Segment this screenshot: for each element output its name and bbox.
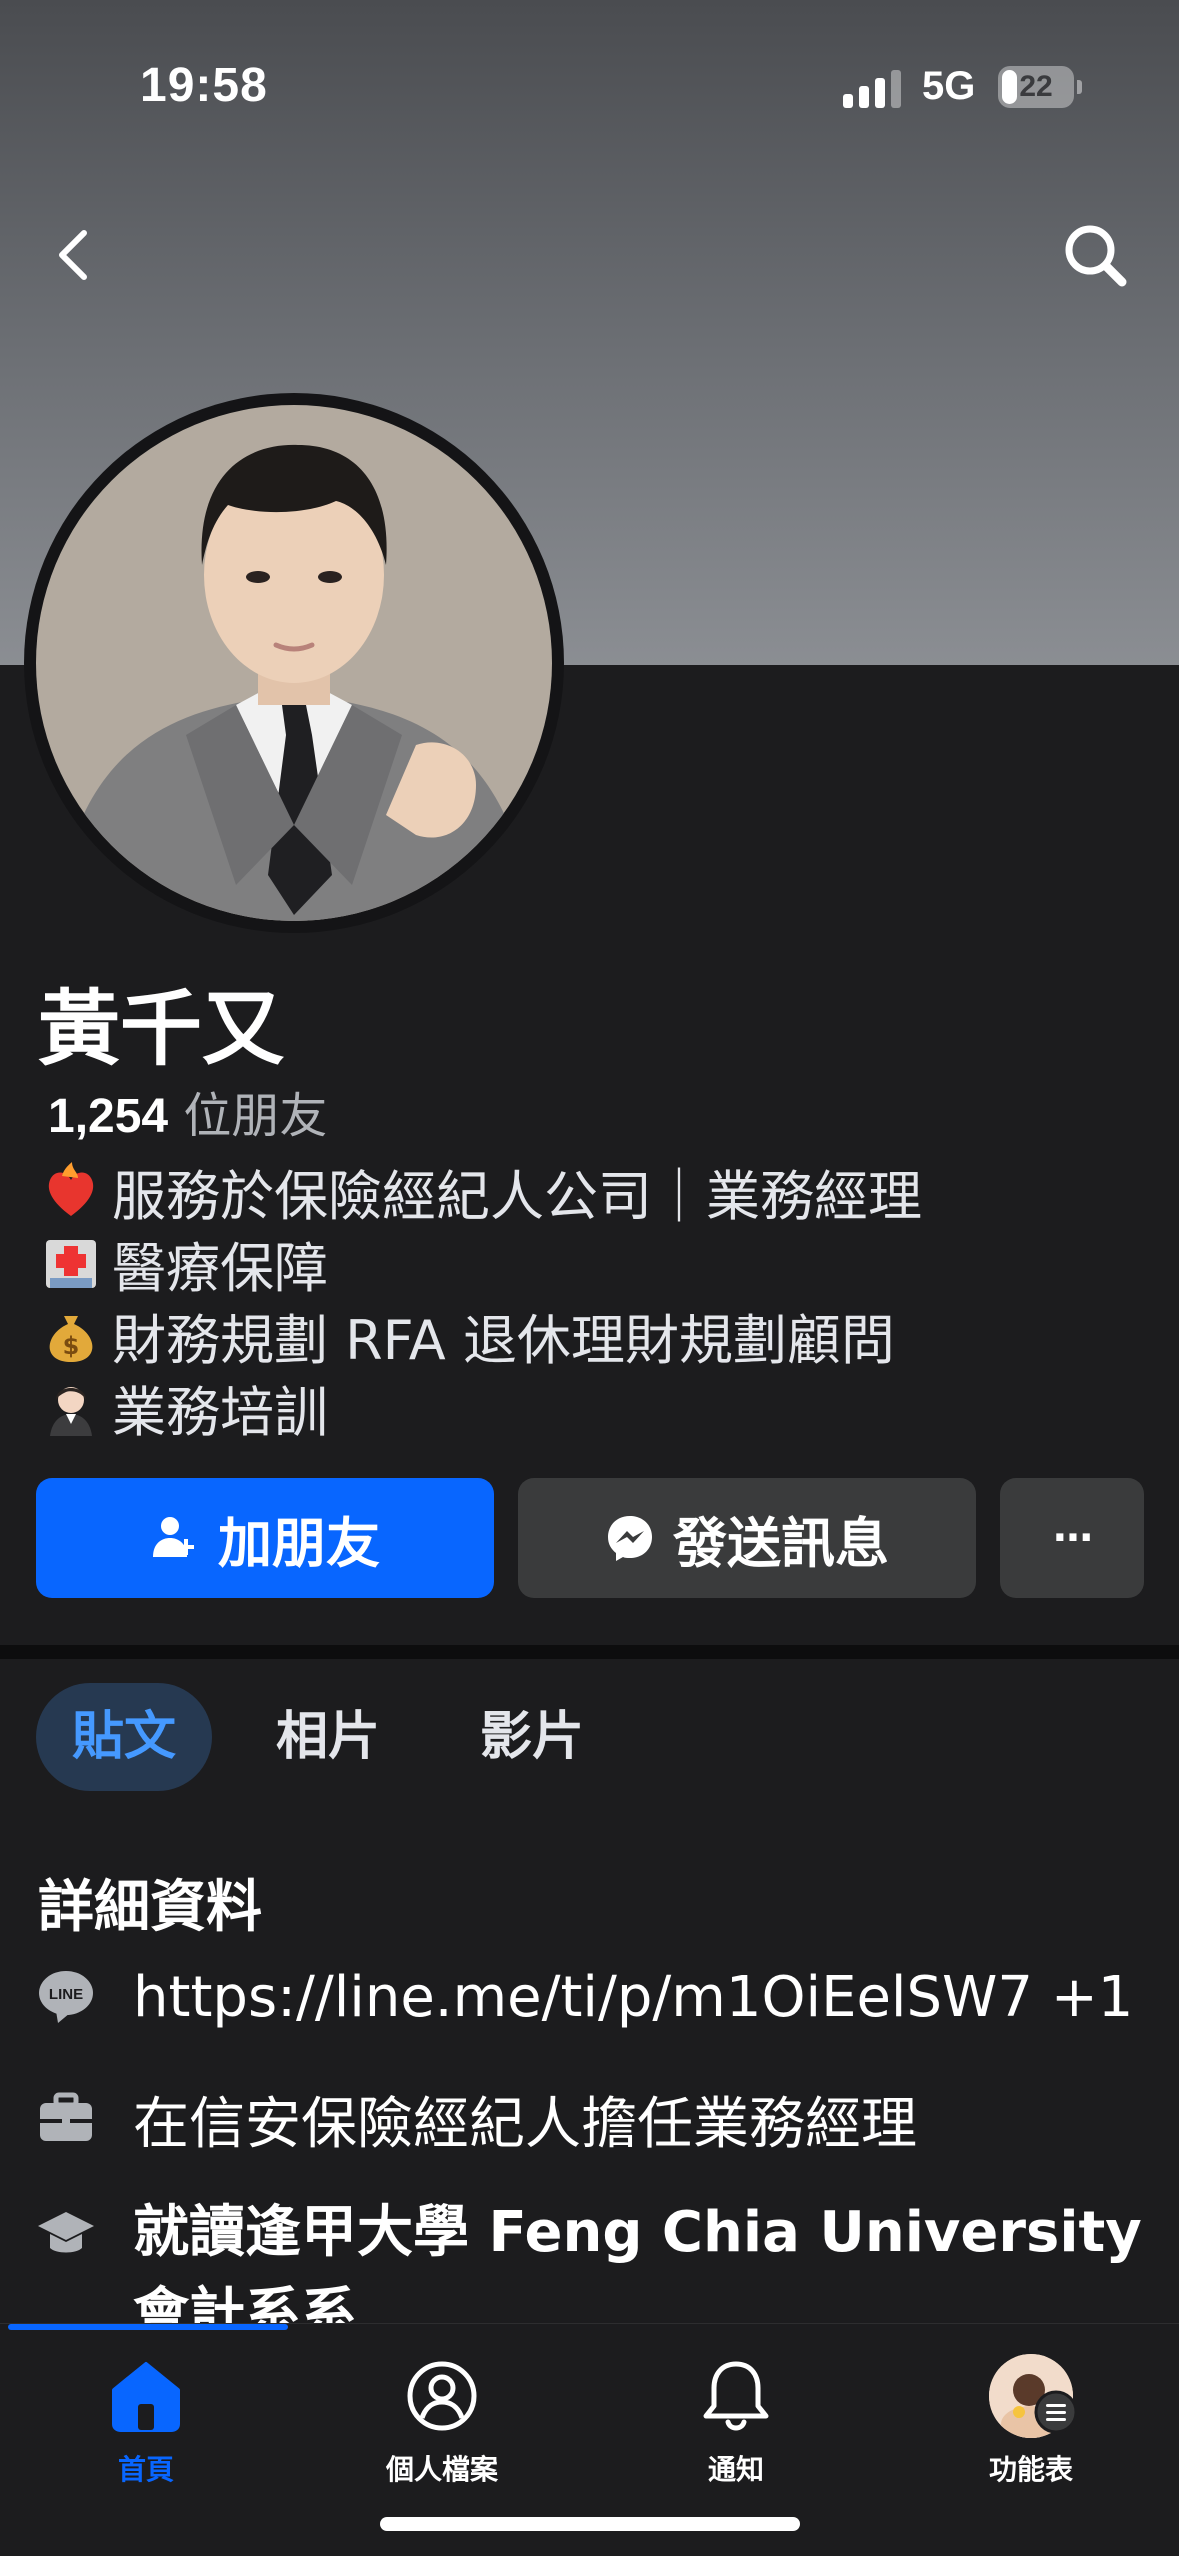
- heart-on-fire-emoji: [40, 1160, 102, 1222]
- friends-count-number: 1,254: [48, 1090, 169, 1143]
- bio-text: 財務規劃 RFA 退休理財規劃顧問: [112, 1308, 895, 1372]
- friends-count[interactable]: 1,254 位朋友: [48, 1076, 327, 1146]
- signal-icon: [843, 68, 903, 108]
- briefcase-icon: [40, 2092, 92, 2141]
- friends-count-label: 位朋友: [183, 1088, 328, 1144]
- profile-icon: [407, 2361, 477, 2431]
- tab-photos[interactable]: 相片: [240, 1683, 416, 1791]
- office-worker-emoji: [40, 1376, 102, 1438]
- battery-level: 22: [1019, 70, 1053, 103]
- section-divider: [0, 1645, 1179, 1659]
- line-icon: LINE: [39, 1971, 93, 2023]
- bio-line: 業務培訓: [40, 1371, 1160, 1444]
- back-button[interactable]: [40, 215, 110, 295]
- more-options-icon: ···: [1052, 1515, 1094, 1561]
- line-link[interactable]: https://line.me/ti/p/m1OiEelSW7 +1: [133, 1965, 1133, 2030]
- bio-line: 醫療保障: [40, 1227, 1160, 1300]
- bio-text: 業務培訓: [112, 1380, 328, 1444]
- nav-menu[interactable]: 功能表: [921, 2354, 1141, 2504]
- profile-name: 黃千又: [38, 982, 285, 1077]
- home-icon: [112, 2362, 180, 2432]
- education-line-1: 就讀逢甲大學 Feng Chia University: [133, 2200, 1142, 2265]
- bio-text: 醫療保障: [112, 1236, 328, 1300]
- messenger-icon: [608, 1516, 652, 1561]
- battery-nub: [1077, 80, 1082, 94]
- svg-text:$: $: [63, 1332, 80, 1360]
- nav-label: 首頁: [117, 2453, 174, 2486]
- add-friend-button[interactable]: 加朋友: [36, 1478, 494, 1598]
- svg-text:LINE: LINE: [49, 1986, 83, 2003]
- detail-row-line[interactable]: LINE https://line.me/ti/p/m1OiEelSW7 +1: [0, 1952, 1179, 2042]
- search-icon: [1065, 225, 1127, 287]
- menu-hamburger-badge-icon: [1034, 2390, 1078, 2434]
- search-button[interactable]: [1055, 215, 1135, 295]
- details-title: 詳細資料: [38, 1875, 262, 1940]
- status-bar: 19:58 5G 22: [0, 0, 1179, 170]
- tab-videos[interactable]: 影片: [444, 1683, 620, 1791]
- money-bag-emoji: $: [40, 1304, 102, 1366]
- bell-icon: [703, 2361, 769, 2431]
- send-message-label: 發送訊息: [673, 1511, 889, 1575]
- add-friend-label: 加朋友: [218, 1511, 380, 1575]
- profile-avatar[interactable]: [24, 393, 564, 933]
- tab-posts[interactable]: 貼文: [36, 1683, 213, 1791]
- nav-label: 功能表: [988, 2453, 1073, 2486]
- work-text: 在信安保險經紀人擔任業務經理: [133, 2091, 917, 2157]
- send-message-button[interactable]: 發送訊息: [518, 1478, 976, 1598]
- bio-text: 服務於保險經紀人公司｜業務經理: [112, 1164, 922, 1228]
- nav-label: 個人檔案: [385, 2453, 498, 2486]
- nav-notifications[interactable]: 通知: [626, 2354, 846, 2504]
- status-time: 19:58: [140, 59, 268, 112]
- nav-home[interactable]: 首頁: [36, 2354, 256, 2504]
- nav-profile[interactable]: 個人檔案: [332, 2354, 552, 2504]
- chevron-left-icon: [59, 230, 87, 280]
- network-type: 5G: [922, 64, 976, 108]
- detail-row-work: 在信安保險經紀人擔任業務經理: [0, 2074, 1179, 2164]
- profile-photo: [36, 405, 552, 921]
- nav-label: 通知: [707, 2453, 764, 2486]
- bio-line: $ 財務規劃 RFA 退休理財規劃顧問: [40, 1299, 1160, 1372]
- hospital-emoji: [40, 1232, 102, 1294]
- add-friend-icon: [153, 1517, 194, 1557]
- active-tab-indicator: [8, 2324, 288, 2330]
- home-indicator[interactable]: [380, 2517, 800, 2531]
- graduation-cap-icon: [38, 2212, 94, 2253]
- detail-row-education: 就讀逢甲大學 Feng Chia University 會計系系: [0, 2192, 1179, 2347]
- battery-icon: 22: [998, 66, 1074, 108]
- profile-bio: 服務於保險經紀人公司｜業務經理 醫療保障 $ 財務規劃 RFA 退休理財規劃顧問: [40, 1155, 1160, 1444]
- more-options-button[interactable]: ···: [1000, 1478, 1144, 1598]
- bio-line: 服務於保險經紀人公司｜業務經理: [40, 1155, 1160, 1228]
